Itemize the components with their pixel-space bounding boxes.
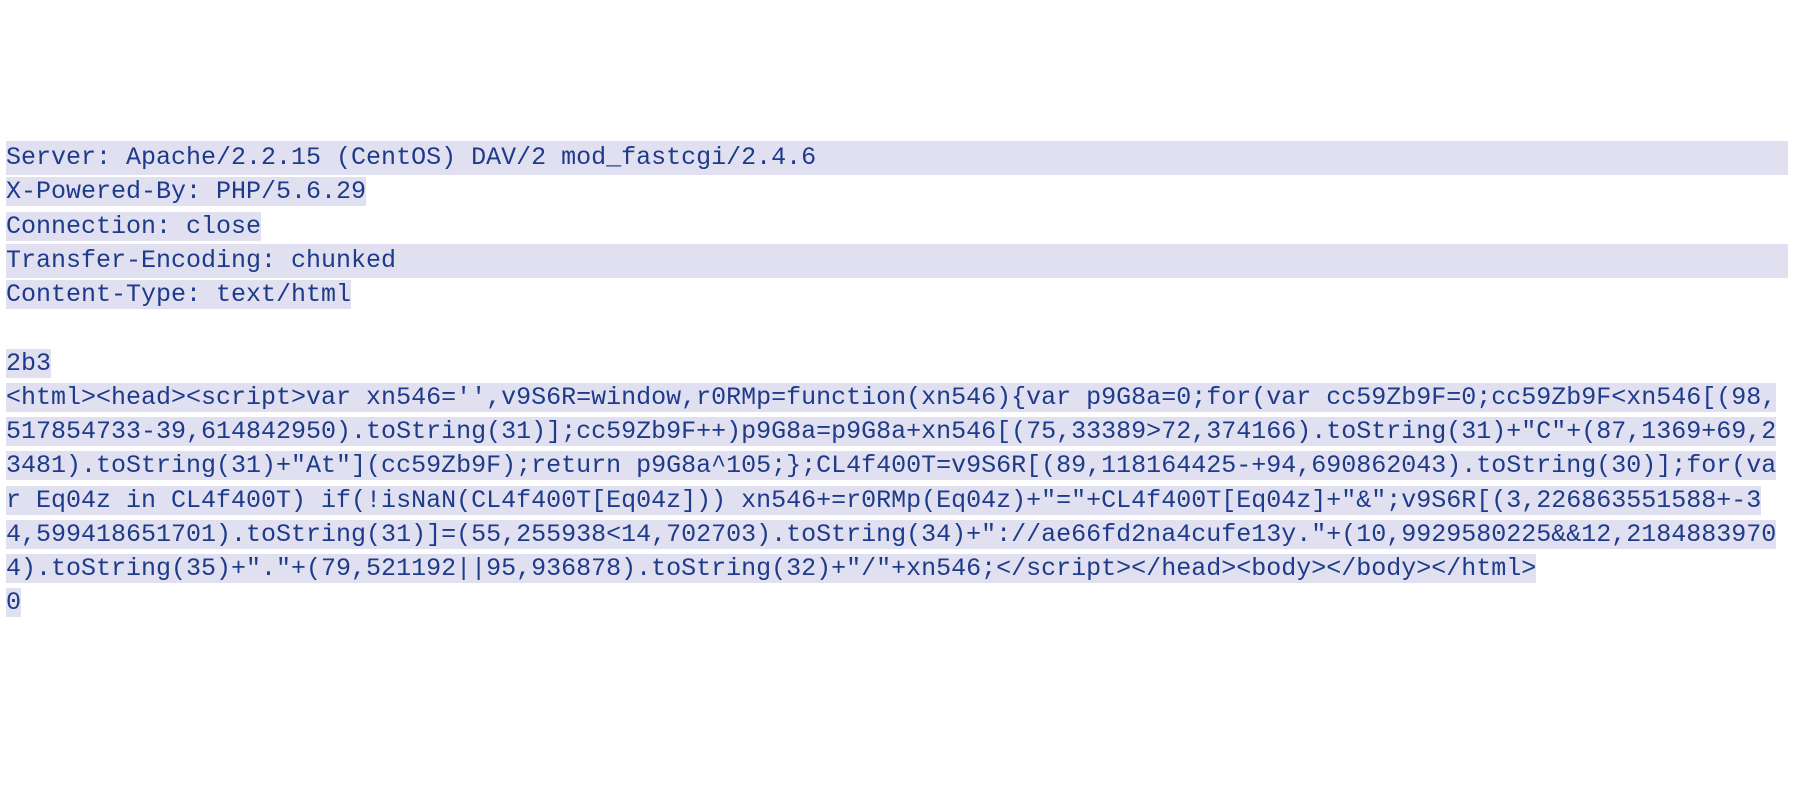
end-chunk: 0 (6, 586, 1788, 620)
http-response-block: Server: Apache/2.2.15 (CentOS) DAV/2 mod… (6, 141, 1788, 621)
header-connection: Connection: close (6, 210, 1788, 244)
header-x-powered-by: X-Powered-By: PHP/5.6.29 (6, 175, 1788, 209)
header-transfer-encoding: Transfer-Encoding: chunked (6, 244, 1788, 278)
chunk-size: 2b3 (6, 347, 1788, 381)
blank-line (6, 312, 1788, 346)
html-body-content: <html><head><script>var xn546='',v9S6R=w… (6, 383, 1776, 583)
header-server: Server: Apache/2.2.15 (CentOS) DAV/2 mod… (6, 141, 1788, 175)
header-content-type: Content-Type: text/html (6, 278, 1788, 312)
